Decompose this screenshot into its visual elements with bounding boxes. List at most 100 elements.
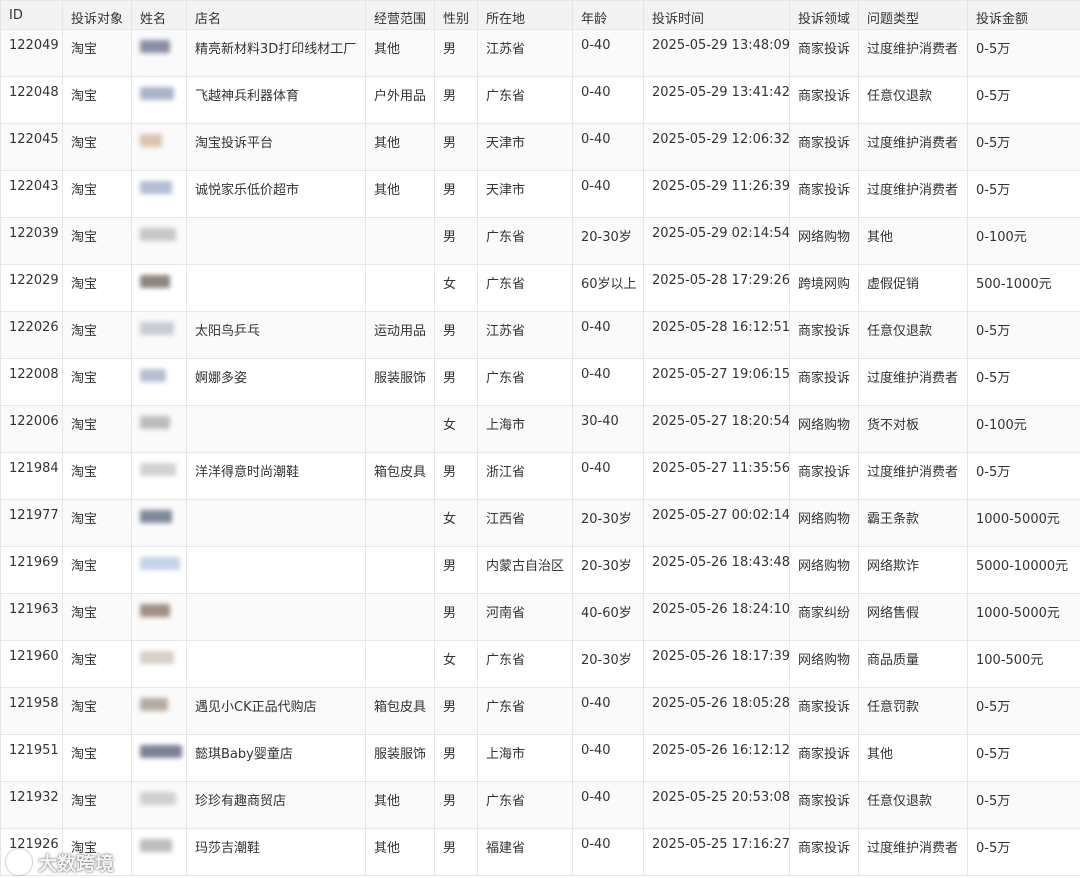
- cell-gender: 女: [434, 405, 478, 453]
- table-row[interactable]: 122026 淘宝 太阳鸟乒乓 运动用品男江苏省 0-40 2025-05-28 16:1…: [0, 311, 1080, 359]
- cell-target: 淘宝: [62, 405, 132, 453]
- cell-amount: 0-5万: [967, 311, 1080, 359]
- cell-scope: 服装服饰: [365, 358, 435, 406]
- cell-issue: 过度维护消费者: [858, 452, 968, 500]
- cell-age: 0-40: [572, 734, 644, 782]
- cell-issue: 过度维护消费者: [858, 170, 968, 218]
- table-row[interactable]: 121984 淘宝 洋洋得意时尚潮鞋 箱包皮具男浙江省 0-40 2025-05-27 1…: [0, 452, 1080, 500]
- cell-scope: 户外用品: [365, 76, 435, 124]
- cell-scope: 其他: [365, 828, 435, 876]
- table-body: 122049 淘宝 精亮新材料3D打印线材工厂 其他男江苏省 0-40 2025-05-2…: [0, 29, 1080, 876]
- cell-location: 广东省: [477, 358, 573, 406]
- redacted-name: [140, 322, 174, 335]
- table-row[interactable]: 121969 淘宝 男内蒙古自治区 20-30岁 2025-05-26 18:43:48…: [0, 546, 1080, 594]
- cell-amount: 0-5万: [967, 170, 1080, 218]
- col-header-issue[interactable]: 问题类型: [858, 0, 968, 30]
- table-row[interactable]: 121963 淘宝 男河南省 40-60岁 2025-05-26 18:24:10 商家纠…: [0, 593, 1080, 641]
- cell-time: 2025-05-25 20:53:08: [643, 781, 790, 829]
- cell-domain: 网络购物: [789, 405, 859, 453]
- cell-amount: 0-5万: [967, 452, 1080, 500]
- redacted-name: [140, 651, 174, 664]
- cell-location: 内蒙古自治区: [477, 546, 573, 594]
- table-row[interactable]: 121951 淘宝 懿琪Baby婴童店 服装服饰男上海市 0-40 2025-05-26 …: [0, 734, 1080, 782]
- cell-shop: 懿琪Baby婴童店: [186, 734, 366, 782]
- cell-scope: [365, 264, 435, 312]
- cell-target: 淘宝: [62, 546, 132, 594]
- cell-issue: 网络欺诈: [858, 546, 968, 594]
- redacted-name: [140, 40, 170, 53]
- cell-shop: [186, 546, 366, 594]
- col-header-amount[interactable]: 投诉金额: [967, 0, 1080, 30]
- cell-target: 淘宝: [62, 687, 132, 735]
- cell-gender: 男: [434, 29, 478, 77]
- cell-id: 121932: [0, 781, 63, 829]
- table-row[interactable]: 122049 淘宝 精亮新材料3D打印线材工厂 其他男江苏省 0-40 2025-05-2…: [0, 29, 1080, 77]
- cell-id: 121951: [0, 734, 63, 782]
- cell-amount: 0-5万: [967, 781, 1080, 829]
- cell-scope: [365, 546, 435, 594]
- cell-id: 121977: [0, 499, 63, 547]
- cell-domain: 网络购物: [789, 546, 859, 594]
- table-row[interactable]: 121932 淘宝 珍珍有趣商贸店 其他男广东省 0-40 2025-05-25 20:5…: [0, 781, 1080, 829]
- table-row[interactable]: 122043 淘宝 诚悦家乐低价超市 其他男天津市 0-40 2025-05-29 11:…: [0, 170, 1080, 218]
- cell-name: [131, 640, 187, 688]
- cell-target: 淘宝: [62, 828, 132, 876]
- redacted-name: [140, 510, 172, 523]
- col-header-name[interactable]: 姓名: [131, 0, 187, 30]
- cell-issue: 过度维护消费者: [858, 29, 968, 77]
- cell-gender: 男: [434, 546, 478, 594]
- cell-id: 121958: [0, 687, 63, 735]
- cell-shop: 诚悦家乐低价超市: [186, 170, 366, 218]
- col-header-time[interactable]: 投诉时间: [643, 0, 790, 30]
- cell-domain: 商家投诉: [789, 734, 859, 782]
- complaints-table: ID 投诉对象 姓名 店名 经营范围 性别 所在地 年龄 投诉时间 投诉领域 问…: [0, 0, 1080, 876]
- cell-amount: 0-100元: [967, 217, 1080, 265]
- table-row[interactable]: 122008 淘宝 婀娜多姿 服装服饰男广东省 0-40 2025-05-27 19:06…: [0, 358, 1080, 406]
- col-header-location[interactable]: 所在地: [477, 0, 573, 30]
- cell-id: 122045: [0, 123, 63, 171]
- redacted-name: [140, 792, 176, 805]
- col-header-shop[interactable]: 店名: [186, 0, 366, 30]
- cell-amount: 0-5万: [967, 828, 1080, 876]
- table-row[interactable]: 122045 淘宝 淘宝投诉平台 其他男天津市 0-40 2025-05-29 12:06…: [0, 123, 1080, 171]
- col-header-age[interactable]: 年龄: [572, 0, 644, 30]
- table-row[interactable]: 122048 淘宝 飞越神兵利器体育 户外用品男广东省 0-40 2025-05-29 1…: [0, 76, 1080, 124]
- table-row[interactable]: 122029 淘宝 女广东省 60岁以上 2025-05-28 17:29:26 跨境网购…: [0, 264, 1080, 312]
- cell-domain: 商家投诉: [789, 170, 859, 218]
- cell-location: 福建省: [477, 828, 573, 876]
- cell-gender: 男: [434, 452, 478, 500]
- cell-time: 2025-05-29 12:06:32: [643, 123, 790, 171]
- cell-amount: 0-5万: [967, 734, 1080, 782]
- col-header-id[interactable]: ID: [0, 0, 63, 30]
- cell-age: 20-30岁: [572, 499, 644, 547]
- table-row[interactable]: 121977 淘宝 女江西省 20-30岁 2025-05-27 00:02:14 网络购…: [0, 499, 1080, 547]
- cell-location: 江西省: [477, 499, 573, 547]
- cell-time: 2025-05-26 18:17:39: [643, 640, 790, 688]
- col-header-gender[interactable]: 性别: [434, 0, 478, 30]
- table-row[interactable]: 121960 淘宝 女广东省 20-30岁 2025-05-26 18:17:39 网络购…: [0, 640, 1080, 688]
- cell-time: 2025-05-28 16:12:51: [643, 311, 790, 359]
- cell-target: 淘宝: [62, 734, 132, 782]
- table-row[interactable]: 122006 淘宝 女上海市 30-40 2025-05-27 18:20:54 网络购物…: [0, 405, 1080, 453]
- cell-age: 0-40: [572, 29, 644, 77]
- cell-location: 上海市: [477, 734, 573, 782]
- col-header-domain[interactable]: 投诉领域: [789, 0, 859, 30]
- cell-domain: 商家投诉: [789, 358, 859, 406]
- cell-target: 淘宝: [62, 76, 132, 124]
- cell-location: 广东省: [477, 640, 573, 688]
- col-header-scope[interactable]: 经营范围: [365, 0, 435, 30]
- table-row[interactable]: 122039 淘宝 男广东省 20-30岁 2025-05-29 02:14:54 网络购…: [0, 217, 1080, 265]
- col-header-target[interactable]: 投诉对象: [62, 0, 132, 30]
- cell-gender: 男: [434, 123, 478, 171]
- table-row[interactable]: 121958 淘宝 遇见小CK正品代购店 箱包皮具男广东省 0-40 2025-05-26…: [0, 687, 1080, 735]
- cell-time: 2025-05-27 00:02:14: [643, 499, 790, 547]
- cell-domain: 网络购物: [789, 499, 859, 547]
- cell-id: 122048: [0, 76, 63, 124]
- cell-domain: 商家投诉: [789, 311, 859, 359]
- cell-domain: 商家投诉: [789, 828, 859, 876]
- cell-location: 广东省: [477, 217, 573, 265]
- header-row: ID 投诉对象 姓名 店名 经营范围 性别 所在地 年龄 投诉时间 投诉领域 问…: [0, 0, 1080, 30]
- table-row[interactable]: 121926 淘宝 玛莎吉潮鞋 其他男福建省 0-40 2025-05-25 17:16:…: [0, 828, 1080, 876]
- redacted-name: [140, 698, 168, 711]
- cell-name: [131, 828, 187, 876]
